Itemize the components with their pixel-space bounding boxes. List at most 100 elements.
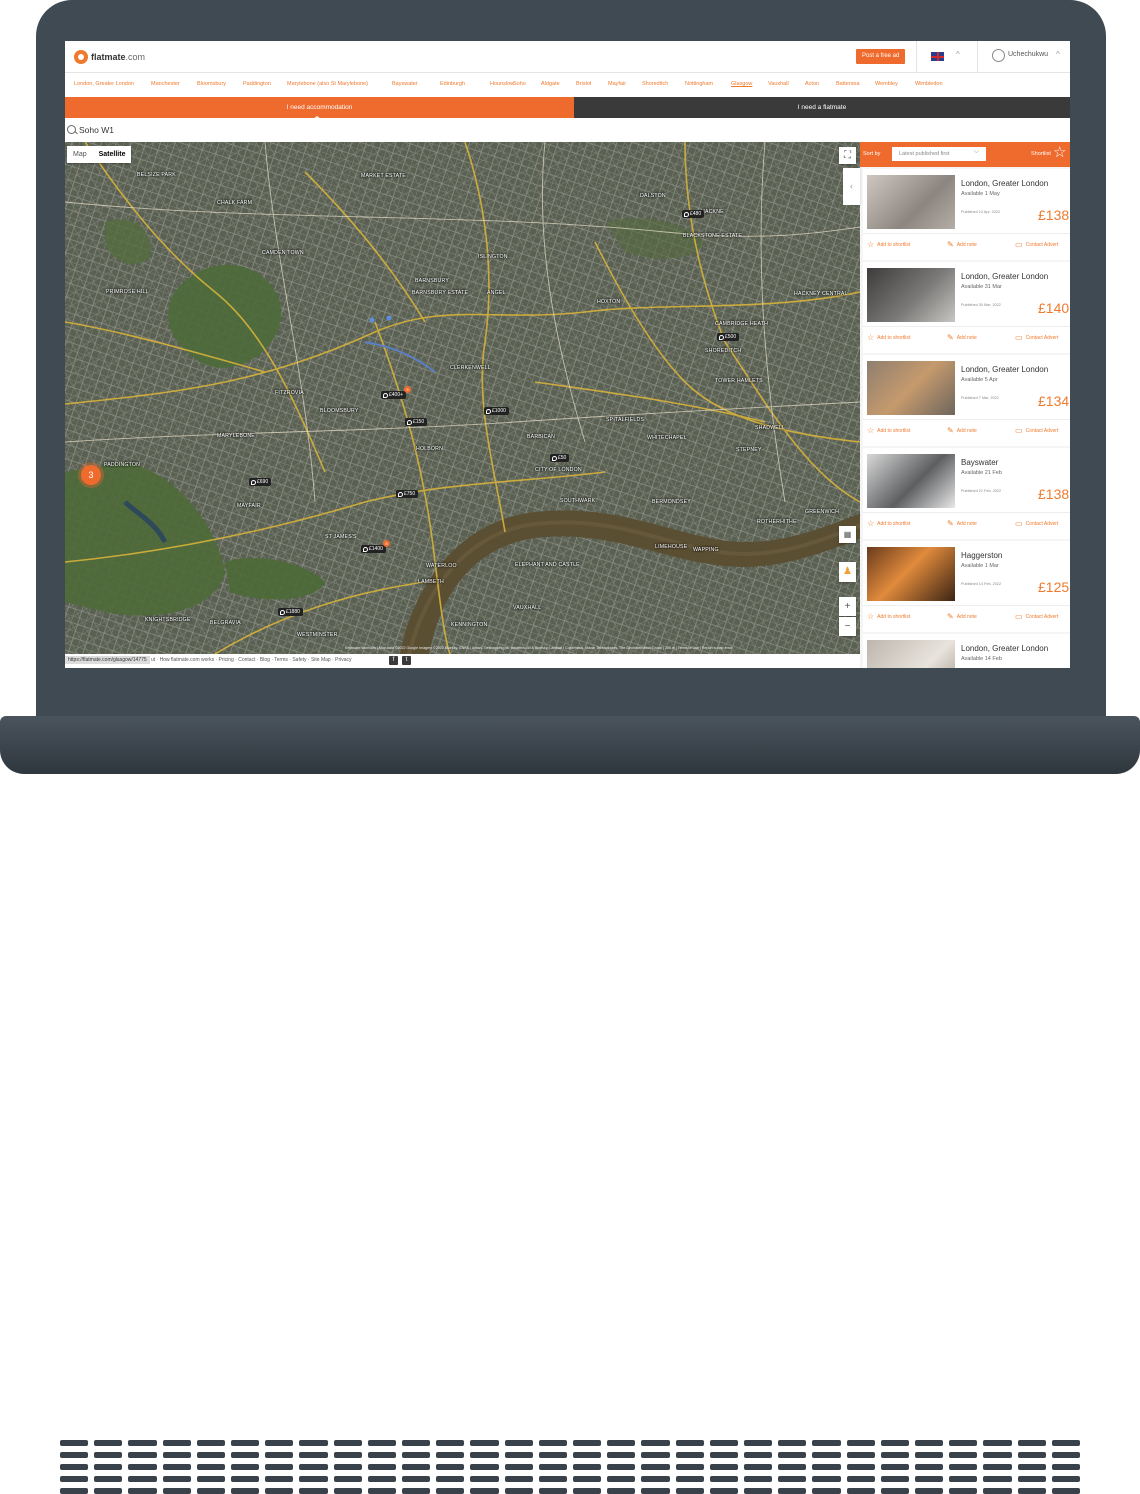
tab-need-accommodation[interactable]: I need accommodation xyxy=(65,97,574,118)
add-to-shortlist-button[interactable]: ☆ Add to shortlist xyxy=(867,519,910,528)
city-link[interactable]: Vauxhall xyxy=(768,81,789,87)
facebook-icon[interactable]: f xyxy=(389,656,398,665)
price-pin[interactable]: £1000 xyxy=(484,407,509,415)
add-note-button[interactable]: ✎ Add note xyxy=(947,519,977,528)
user-name[interactable]: Uchechukwu xyxy=(1008,51,1048,58)
post-free-ad-button[interactable]: Post a free ad xyxy=(856,49,906,64)
listing-cluster[interactable]: 3 xyxy=(81,465,101,485)
street-view-pegman-icon[interactable]: ♟ xyxy=(839,562,856,582)
city-link[interactable]: Paddington xyxy=(243,81,271,87)
city-link[interactable]: Bayswater xyxy=(392,81,418,87)
satellite-map[interactable]: Map Satellite ⛶ ▦ ♟ + − 3 Keyboard short… xyxy=(65,142,860,654)
contact-advertiser-button[interactable]: ▭ Contact Advert xyxy=(1015,612,1058,621)
listing-title[interactable]: London, Greater London xyxy=(961,365,1048,374)
price-pin[interactable]: £690 xyxy=(249,478,272,486)
price-pin[interactable]: £750 xyxy=(396,490,419,498)
add-note-button[interactable]: ✎ Add note xyxy=(947,426,977,435)
city-link[interactable]: Wembley xyxy=(875,81,898,87)
listing-card[interactable]: London, Greater London Available 31 Mar Pu… xyxy=(863,262,1070,353)
listing-photo[interactable] xyxy=(867,640,955,668)
city-link[interactable]: Aldgate xyxy=(541,81,560,87)
listing-title[interactable]: London, Greater London xyxy=(961,644,1048,653)
search-input[interactable]: Soho W1 xyxy=(79,125,114,135)
listing-title[interactable]: London, Greater London xyxy=(961,272,1048,281)
pin-count-badge[interactable]: 9 xyxy=(404,386,411,393)
fullscreen-icon[interactable]: ⛶ xyxy=(839,147,856,164)
uk-flag-icon[interactable] xyxy=(931,52,944,61)
map-type-map-button[interactable]: Map xyxy=(67,146,93,163)
divider xyxy=(977,41,978,72)
add-note-button[interactable]: ✎ Add note xyxy=(947,333,977,342)
add-note-button[interactable]: ✎ Add note xyxy=(947,612,977,621)
price-pin[interactable]: £1400 xyxy=(361,545,386,553)
listing-photo[interactable] xyxy=(867,361,955,415)
city-link[interactable]: Manchester xyxy=(151,81,180,87)
add-to-shortlist-button[interactable]: ☆ Add to shortlist xyxy=(867,240,910,249)
add-to-shortlist-button[interactable]: ☆ Add to shortlist xyxy=(867,612,910,621)
city-link[interactable]: Nottingham xyxy=(685,81,713,87)
city-link[interactable]: Soho xyxy=(513,81,526,87)
listing-card[interactable]: London, Greater London Available 5 Apr Pub… xyxy=(863,355,1070,446)
city-link[interactable]: Bloomsbury xyxy=(197,81,226,87)
city-link[interactable]: Bristol xyxy=(576,81,591,87)
listing-photo[interactable] xyxy=(867,268,955,322)
key xyxy=(846,1452,875,1458)
price-pin[interactable]: £150 xyxy=(405,418,428,426)
contact-advertiser-button[interactable]: ▭ Contact Advert xyxy=(1015,240,1058,249)
chevron-up-icon[interactable]: ^ xyxy=(1056,50,1060,59)
map-type-satellite-button[interactable]: Satellite xyxy=(93,146,132,163)
city-link[interactable]: Edinburgh xyxy=(440,81,465,87)
listing-card[interactable]: Bayswater Available 21 Feb Published 21 Fe… xyxy=(863,448,1070,539)
tab-need-flatmate[interactable]: I need a flatmate xyxy=(574,97,1070,118)
footer-links[interactable]: ut · How flatmate.com works · Pricing · … xyxy=(151,657,352,663)
listing-title[interactable]: Haggerston xyxy=(961,551,1002,560)
add-to-shortlist-button[interactable]: ☆ Add to shortlist xyxy=(867,426,910,435)
price-pin[interactable]: £500 xyxy=(717,333,740,341)
twitter-icon[interactable]: t xyxy=(402,656,411,665)
city-link[interactable]: Wimbledon xyxy=(915,81,943,87)
contact-advertiser-button[interactable]: ▭ Contact Advert xyxy=(1015,519,1058,528)
listing-card[interactable]: London, Greater London Available 1 May Pub… xyxy=(863,169,1070,260)
pin-count-badge[interactable]: 8 xyxy=(383,540,390,547)
star-outline-icon: ☆ xyxy=(867,426,875,435)
listing-photo[interactable] xyxy=(867,547,955,601)
price-pin[interactable]: £400+ xyxy=(381,391,407,399)
star-outline-icon: ☆ xyxy=(867,333,875,342)
collapse-sidebar-button[interactable]: ‹ xyxy=(843,168,860,205)
price-pin[interactable]: £480 xyxy=(682,210,705,218)
city-link[interactable]: Glasgow xyxy=(731,81,752,87)
grid-view-icon[interactable]: ▦ xyxy=(839,526,856,543)
user-avatar-icon[interactable] xyxy=(992,49,1005,62)
add-note-button[interactable]: ✎ Add note xyxy=(947,240,977,249)
city-link[interactable]: Marylebone (also St Marylebone) xyxy=(287,81,368,87)
listing-photo[interactable] xyxy=(867,454,955,508)
listing-photo[interactable] xyxy=(867,175,955,229)
add-to-shortlist-button[interactable]: ☆ Add to shortlist xyxy=(867,333,910,342)
city-link[interactable]: Mayfair xyxy=(608,81,626,87)
contact-advertiser-button[interactable]: ▭ Contact Advert xyxy=(1015,333,1058,342)
listing-card[interactable]: London, Greater LondonAvailable 14 Feb☆A… xyxy=(863,634,1070,668)
listing-title[interactable]: Bayswater xyxy=(961,458,998,467)
city-link[interactable]: Shoreditch xyxy=(642,81,668,87)
chevron-up-icon[interactable]: ^ xyxy=(956,50,960,59)
price-pin[interactable]: £50 xyxy=(550,454,570,462)
listing-actions: ☆ Add to shortlist ✎ Add note ▭ Contact Adver… xyxy=(863,419,1070,439)
map-area-label: CITY OF LONDON xyxy=(535,467,582,473)
key xyxy=(94,1452,123,1458)
logo[interactable]: flatmate.com xyxy=(74,50,145,64)
city-link[interactable]: Battersea xyxy=(836,81,860,87)
sort-select[interactable]: Latest published first xyxy=(892,145,986,161)
map-area-label: KNIGHTSBRIDGE xyxy=(145,617,191,623)
shortlist-link[interactable]: Shortlist xyxy=(1031,151,1051,157)
zoom-in-button[interactable]: + xyxy=(839,597,856,616)
price-pin[interactable]: £1880 xyxy=(278,608,303,616)
listing-card[interactable]: Haggerston Available 1 Mar Published 14 Fe… xyxy=(863,541,1070,632)
listing-title[interactable]: London, Greater London xyxy=(961,179,1048,188)
location-search-bar[interactable]: Soho W1 xyxy=(65,118,1070,143)
zoom-out-button[interactable]: − xyxy=(839,617,856,636)
star-icon[interactable]: ☆ xyxy=(1053,145,1066,161)
city-link[interactable]: Hounslow xyxy=(490,81,514,87)
city-link[interactable]: Acton xyxy=(805,81,819,87)
contact-advertiser-button[interactable]: ▭ Contact Advert xyxy=(1015,426,1058,435)
city-link[interactable]: London, Greater London xyxy=(74,81,134,87)
